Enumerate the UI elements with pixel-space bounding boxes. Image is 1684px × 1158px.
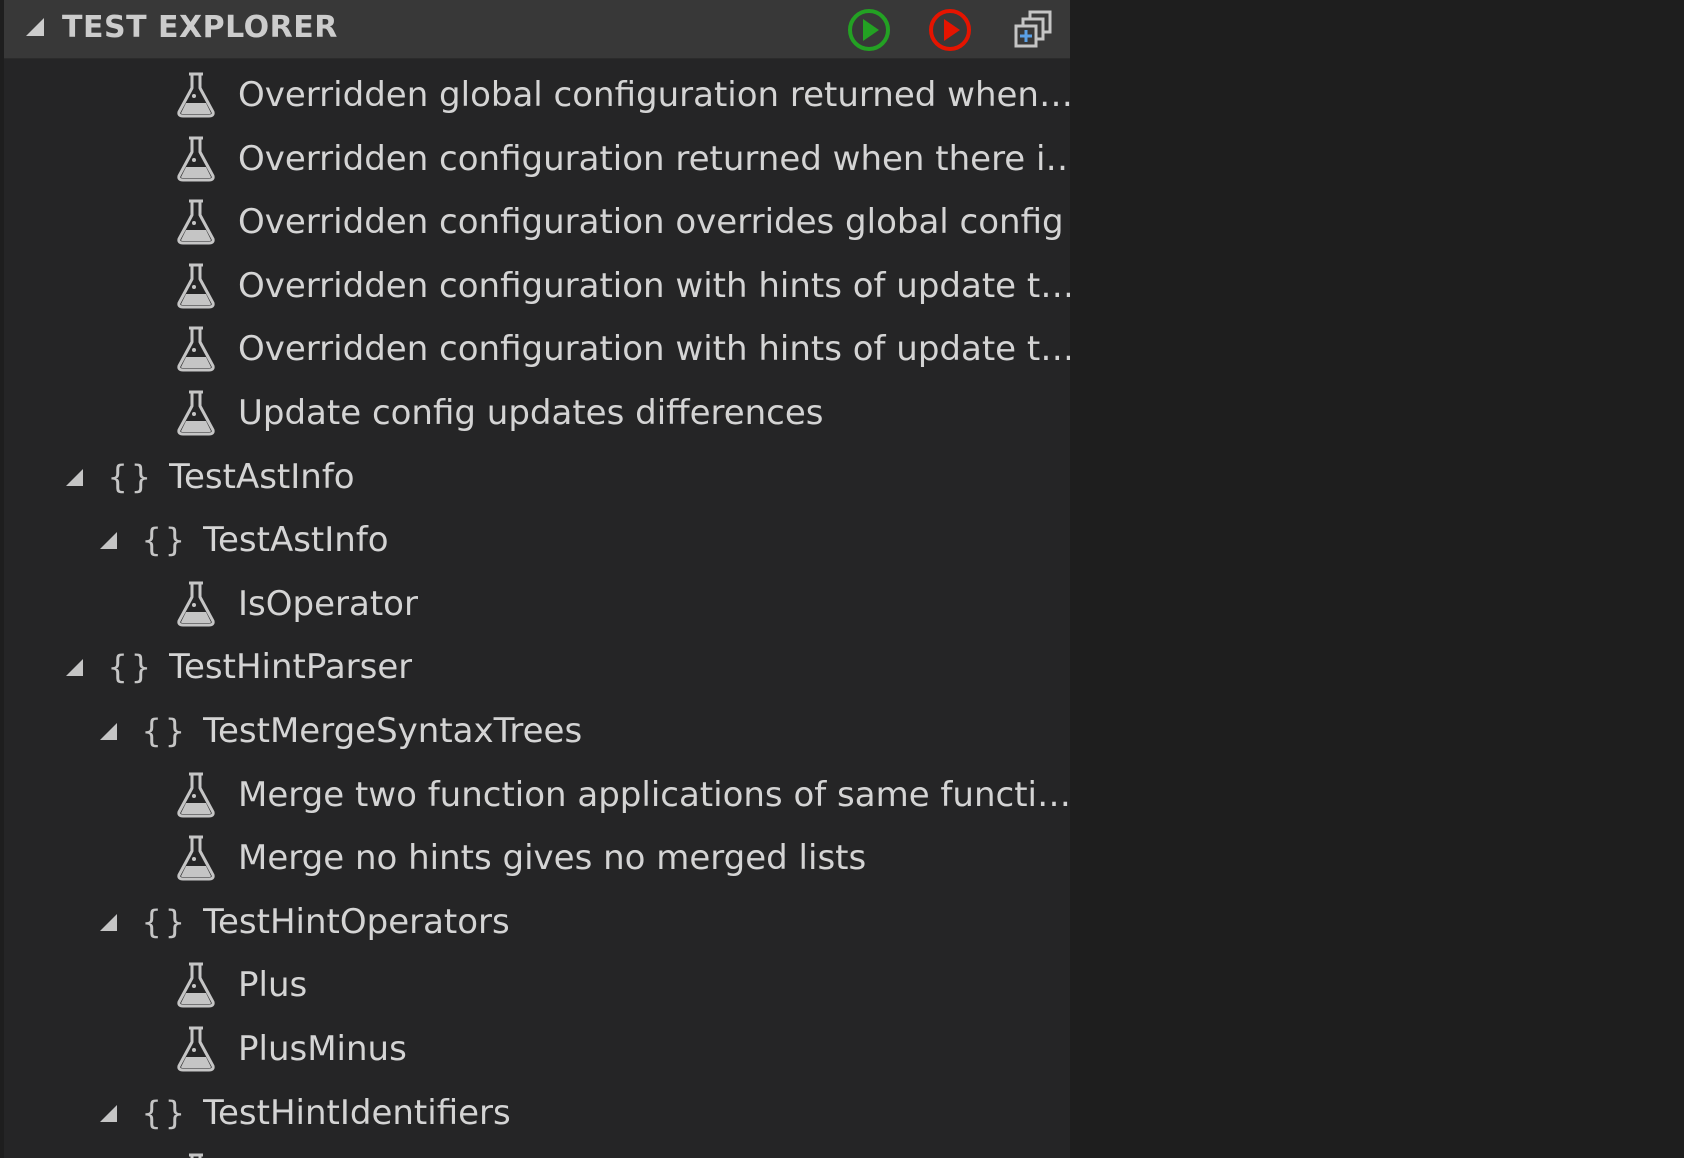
tree-item-label: Merge two function applications of same … [238, 774, 1070, 815]
tree-item-label: Overridden configuration with hints of u… [238, 265, 1070, 306]
tree-test-row[interactable]: Overridden configuration with hints of u… [4, 318, 1070, 382]
braces-icon: {} [142, 902, 189, 941]
tree-item-label: Overridden global configuration returned… [238, 75, 1070, 115]
flask-icon [174, 579, 218, 629]
tree-test-row[interactable]: Update config updates differences [4, 382, 1070, 446]
tree-item-label: TestAstInfo [169, 456, 355, 497]
tree-item-label: TestMergeSyntaxTrees [203, 710, 583, 751]
braces-icon: {} [142, 521, 189, 560]
tree-item-label: IsOperator [238, 583, 418, 624]
collapse-all-icon [1008, 5, 1058, 55]
flask-icon [174, 1151, 218, 1158]
tree-namespace-row[interactable]: {} TestHintParser [4, 636, 1070, 700]
flask-icon [174, 261, 218, 311]
chevron-down-icon[interactable] [100, 722, 117, 740]
flask-icon [174, 134, 218, 184]
tree-test-row[interactable]: Overridden configuration with hints of u… [4, 255, 1070, 319]
tree-namespace-row[interactable]: {} TestHintOperators [4, 891, 1070, 955]
tree-test-row[interactable]: PlusMinus [4, 1018, 1070, 1082]
test-tree: Overridden global configuration returned… [4, 64, 1070, 1158]
collapse-all-button[interactable] [1008, 5, 1058, 55]
chevron-down-icon[interactable] [100, 1104, 117, 1122]
chevron-down-icon[interactable] [66, 659, 83, 677]
tree-item-label: TestAstInfo [203, 520, 389, 561]
tree-test-row[interactable]: Overridden configuration overrides globa… [4, 191, 1070, 255]
play-circle-icon [844, 5, 894, 55]
tree-namespace-row[interactable]: {} TestAstInfo [4, 446, 1070, 510]
braces-icon: {} [108, 648, 155, 687]
flask-icon [174, 770, 218, 820]
chevron-down-icon[interactable] [100, 532, 117, 550]
flask-icon [174, 70, 218, 120]
tree-namespace-row[interactable]: {} TestAstInfo [4, 509, 1070, 573]
tree-item-label: Overridden configuration overrides globa… [238, 202, 1064, 243]
tree-test-row[interactable]: IsOperator [4, 573, 1070, 637]
flask-icon [174, 833, 218, 883]
section-title: TEST EXPLORER [62, 10, 338, 45]
section-collapse-chevron-down-icon[interactable] [26, 18, 44, 36]
chevron-down-icon[interactable] [100, 913, 117, 931]
flask-icon [174, 388, 218, 438]
braces-icon: {} [142, 711, 189, 750]
braces-icon: {} [142, 1093, 189, 1132]
flask-icon [174, 1024, 218, 1074]
test-explorer-header[interactable]: TEST EXPLORER [4, 0, 1070, 59]
tree-item-label: Update config updates differences [238, 392, 824, 433]
tree-item-label: TestHintOperators [203, 901, 510, 942]
tree-item-label: Plus [238, 965, 308, 1006]
flask-icon [174, 324, 218, 374]
tree-test-row[interactable]: Overridden global configuration returned… [4, 64, 1070, 128]
tree-item-label: TestHintIdentifiers [203, 1092, 511, 1133]
flask-icon [174, 960, 218, 1010]
test-explorer-panel: TEST EXPLORER Overridden global configur… [4, 0, 1070, 1158]
tree-test-row[interactable]: Merge no hints gives no merged lists [4, 827, 1070, 891]
flask-icon [174, 197, 218, 247]
tree-test-row[interactable] [4, 1145, 1070, 1158]
tree-item-label: TestHintParser [169, 647, 413, 688]
tree-item-label: Merge no hints gives no merged lists [238, 838, 867, 879]
tree-test-row[interactable]: Plus [4, 954, 1070, 1018]
tree-item-label: Overridden configuration returned when t… [238, 138, 1070, 179]
debug-circle-icon [925, 5, 975, 55]
tree-namespace-row[interactable]: {} TestHintIdentifiers [4, 1082, 1070, 1146]
debug-all-tests-button[interactable] [925, 5, 975, 55]
braces-icon: {} [108, 457, 155, 496]
chevron-down-icon[interactable] [66, 468, 83, 486]
tree-test-row[interactable]: Merge two function applications of same … [4, 764, 1070, 828]
tree-item-label: PlusMinus [238, 1028, 407, 1069]
tree-namespace-row[interactable]: {} TestMergeSyntaxTrees [4, 700, 1070, 764]
tree-item-label: Overridden configuration with hints of u… [238, 329, 1070, 370]
tree-test-row[interactable]: Overridden configuration returned when t… [4, 128, 1070, 192]
run-all-tests-button[interactable] [844, 5, 894, 55]
